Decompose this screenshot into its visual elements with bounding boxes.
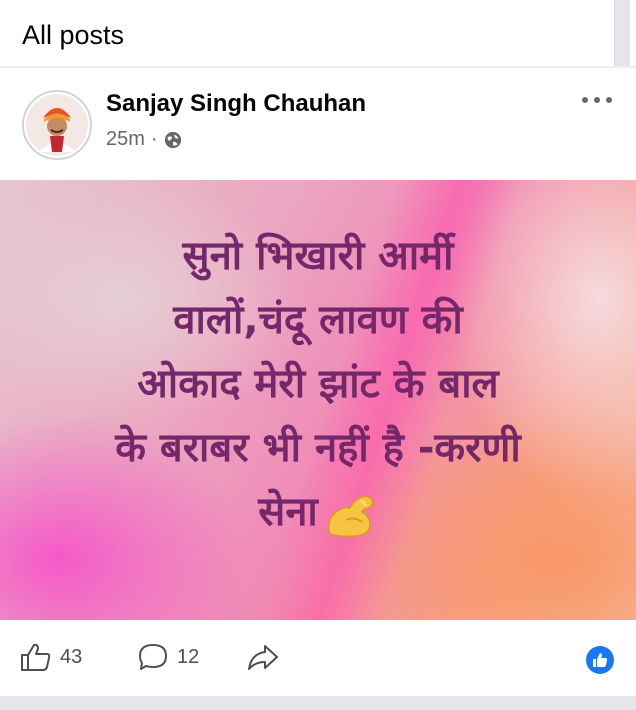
scrollbar-thumb[interactable]	[614, 0, 630, 66]
post-header: Sanjay Singh Chauhan 25m ·	[0, 68, 636, 180]
meta-separator: ·	[150, 128, 158, 150]
post-text-line: ओकाद मेरी झांट के बाल	[137, 361, 499, 407]
like-reaction-icon[interactable]	[586, 646, 614, 674]
flexed-biceps-icon	[327, 495, 374, 537]
post-text-line: सेना	[258, 489, 318, 535]
header: All posts	[0, 0, 636, 66]
thumbs-up-icon	[21, 643, 51, 671]
post-text: सुनो भिखारी आर्मी वालों,चंदू लावण की ओका…	[40, 224, 596, 544]
thumbs-up-icon	[593, 653, 607, 667]
post-meta: 25m ·	[106, 128, 182, 151]
comment-count: 12	[177, 645, 200, 668]
share-button[interactable]	[246, 642, 280, 672]
share-icon	[248, 645, 278, 670]
post-actions: 43 12	[0, 620, 636, 696]
like-count: 43	[60, 645, 83, 668]
post-text-last-line: सेना	[40, 480, 596, 544]
like-button[interactable]: 43	[20, 642, 82, 672]
comment-button[interactable]: 12	[137, 642, 199, 672]
feed-separator	[0, 696, 636, 710]
post-text-line: सुनो भिखारी आर्मी	[182, 233, 454, 279]
comment-icon	[139, 644, 167, 670]
post-text-line: वालों,चंदू लावण की	[173, 297, 463, 343]
post-content-card[interactable]: सुनो भिखारी आर्मी वालों,चंदू लावण की ओका…	[0, 180, 636, 620]
more-options-icon[interactable]	[582, 94, 614, 106]
post-text-line: के बराबर भी नहीं है -करणी	[115, 425, 521, 471]
avatar-image	[26, 94, 88, 156]
page-title: All posts	[22, 20, 125, 50]
post-time[interactable]: 25m	[106, 128, 145, 151]
avatar[interactable]	[22, 90, 92, 160]
globe-icon	[164, 131, 181, 148]
post-author[interactable]: Sanjay Singh Chauhan	[106, 90, 366, 118]
